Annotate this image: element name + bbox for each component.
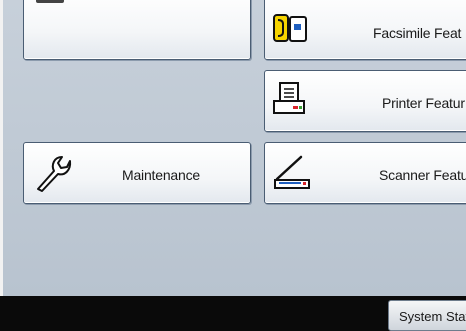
facsimile-label: Facsimile Feat — [373, 25, 462, 41]
facsimile-icon — [272, 13, 308, 50]
facsimile-features-button[interactable]: Facsimile Feat — [264, 0, 466, 60]
maintenance-label: Maintenance — [122, 167, 200, 183]
printer-features-button[interactable]: Printer Featur — [264, 70, 466, 132]
maintenance-button[interactable]: Maintenance — [23, 142, 251, 204]
system-status-label: System Statu — [399, 309, 466, 324]
scanner-features-button[interactable]: Scanner Featu — [264, 142, 466, 204]
scanner-icon — [273, 153, 313, 196]
wrench-icon — [34, 153, 72, 198]
main-panel: Facsimile Feat Printer Featur Maintenanc… — [0, 0, 466, 296]
scanner-label: Scanner Featu — [379, 167, 466, 183]
printer-icon — [271, 81, 307, 122]
printer-label: Printer Featur — [382, 95, 465, 111]
system-status-button[interactable]: System Statu — [388, 300, 466, 331]
top-left-button[interactable] — [23, 0, 251, 60]
partial-icon — [36, 0, 64, 3]
